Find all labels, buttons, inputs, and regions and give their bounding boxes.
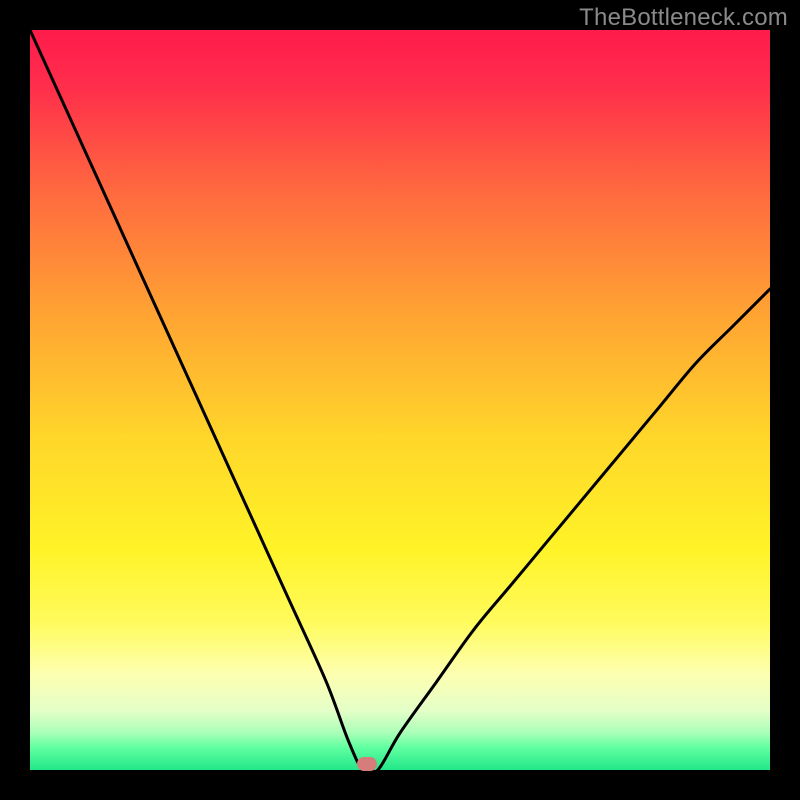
watermark-text: TheBottleneck.com <box>579 4 788 32</box>
optimal-point-marker <box>357 757 377 771</box>
gradient-background <box>30 30 770 770</box>
plot-svg <box>30 30 770 770</box>
chart-frame: TheBottleneck.com <box>0 0 800 800</box>
plot-area <box>30 30 770 770</box>
